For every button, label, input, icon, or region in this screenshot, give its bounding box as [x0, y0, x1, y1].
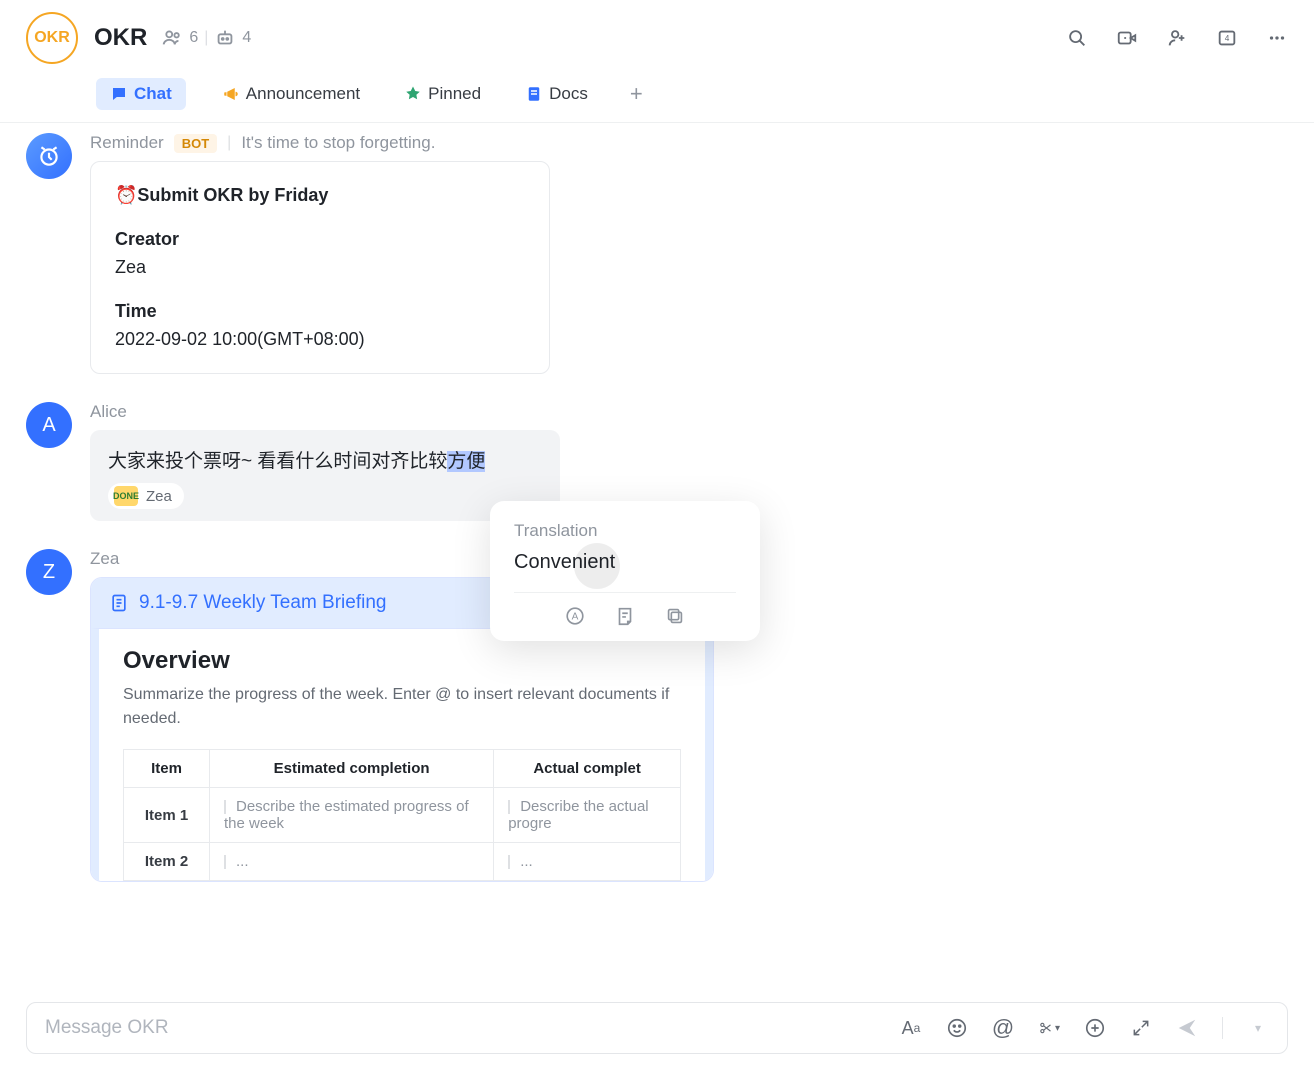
pin-icon	[404, 85, 422, 103]
group-avatar[interactable]: OKR	[26, 12, 78, 64]
done-reaction-icon: DONE	[114, 486, 138, 506]
cell-item: Item 1	[124, 788, 210, 843]
col-estimated: Estimated completion	[210, 750, 494, 788]
search-icon[interactable]	[1066, 27, 1088, 49]
sender-name[interactable]: Reminder	[90, 133, 164, 153]
reaction[interactable]: DONE Zea	[108, 483, 184, 509]
header: OKR OKR 6 | 4 4	[0, 0, 1314, 64]
members-count: 6	[189, 29, 198, 47]
cell-act: ...	[494, 843, 681, 881]
zea-avatar[interactable]: Z	[26, 549, 72, 595]
tab-announcement-label: Announcement	[246, 84, 360, 104]
sender-name[interactable]: Alice	[90, 402, 127, 422]
doc-table[interactable]: Item Estimated completion Actual complet…	[123, 749, 681, 881]
format-icon[interactable]: Aa	[900, 1017, 922, 1039]
emoji-icon[interactable]	[946, 1017, 968, 1039]
chat-icon	[110, 85, 128, 103]
video-call-icon[interactable]	[1116, 27, 1138, 49]
reminder-title: ⏰Submit OKR by Friday	[115, 182, 525, 210]
table-row[interactable]: Item 1 Describe the estimated progress o…	[124, 788, 681, 843]
svg-text:4: 4	[1225, 34, 1230, 43]
tab-chat[interactable]: Chat	[96, 78, 186, 110]
members-icon[interactable]	[161, 27, 183, 49]
doc-icon	[109, 593, 129, 613]
messages-pane[interactable]: Reminder BOT | It's time to stop forgett…	[0, 123, 1314, 992]
scissors-icon[interactable]: ▾	[1038, 1017, 1060, 1039]
reminder-subtitle: It's time to stop forgetting.	[241, 133, 435, 153]
add-button[interactable]	[1084, 1017, 1106, 1039]
translation-title: Translation	[514, 521, 736, 541]
composer[interactable]: Aa @ ▾ ▾	[26, 1002, 1288, 1054]
docs-icon	[525, 85, 543, 103]
translation-popover: Translation Convenient A	[490, 501, 760, 641]
sender-name[interactable]: Zea	[90, 549, 119, 569]
more-icon[interactable]	[1266, 27, 1288, 49]
selected-text: 方便	[447, 451, 485, 472]
col-actual: Actual complet	[494, 750, 681, 788]
add-member-icon[interactable]	[1166, 27, 1188, 49]
message-input[interactable]	[45, 1017, 886, 1039]
doc-description: Summarize the progress of the week. Ente…	[123, 683, 681, 731]
reminder-avatar[interactable]	[26, 133, 72, 179]
col-item: Item	[124, 750, 210, 788]
megaphone-icon	[222, 85, 240, 103]
tab-pinned-label: Pinned	[428, 84, 481, 104]
bot-badge: BOT	[174, 134, 217, 153]
time-value: 2022-09-02 10:00(GMT+08:00)	[115, 326, 525, 354]
alice-text[interactable]: 大家来投个票呀~ 看看什么时间对齐比较方便	[108, 451, 485, 472]
doc-section-title: Overview	[123, 647, 681, 675]
send-button[interactable]	[1176, 1017, 1198, 1039]
tab-docs-label: Docs	[549, 84, 588, 104]
send-options-icon[interactable]: ▾	[1247, 1017, 1269, 1039]
translate-settings-icon[interactable]: A	[564, 605, 586, 627]
message-reminder: Reminder BOT | It's time to stop forgett…	[26, 133, 1288, 374]
creator-value: Zea	[115, 254, 525, 282]
svg-text:A: A	[572, 612, 579, 623]
copy-icon[interactable]	[664, 605, 686, 627]
time-label: Time	[115, 298, 525, 326]
cell-est: Describe the estimated progress of the w…	[210, 788, 494, 843]
creator-label: Creator	[115, 226, 525, 254]
mention-icon[interactable]: @	[992, 1017, 1014, 1039]
bot-icon[interactable]	[214, 27, 236, 49]
tab-docs[interactable]: Docs	[517, 80, 596, 108]
tabs: Chat Announcement Pinned Docs +	[0, 64, 1314, 123]
reaction-user: Zea	[146, 488, 172, 505]
divider	[514, 592, 736, 593]
tab-chat-label: Chat	[134, 84, 172, 104]
cell-est: ...	[210, 843, 494, 881]
tab-pinned[interactable]: Pinned	[396, 80, 489, 108]
translation-text[interactable]: Convenient	[514, 551, 736, 574]
cell-act: Describe the actual progre	[494, 788, 681, 843]
expand-icon[interactable]	[1130, 1017, 1152, 1039]
alice-avatar[interactable]: A	[26, 402, 72, 448]
tab-announcement[interactable]: Announcement	[214, 80, 368, 108]
group-name[interactable]: OKR	[94, 24, 147, 52]
sidebar-icon[interactable]: 4	[1216, 27, 1238, 49]
alice-bubble[interactable]: 大家来投个票呀~ 看看什么时间对齐比较方便 DONE Zea	[90, 430, 560, 521]
cell-item: Item 2	[124, 843, 210, 881]
doc-title-link[interactable]: 9.1-9.7 Weekly Team Briefing	[139, 592, 386, 614]
bot-count: 4	[242, 29, 251, 47]
add-tab-button[interactable]: +	[624, 81, 649, 107]
table-row[interactable]: Item 2 ... ...	[124, 843, 681, 881]
reminder-card[interactable]: ⏰Submit OKR by Friday Creator Zea Time 2…	[90, 161, 550, 374]
note-icon[interactable]	[614, 605, 636, 627]
divider	[1222, 1017, 1223, 1039]
